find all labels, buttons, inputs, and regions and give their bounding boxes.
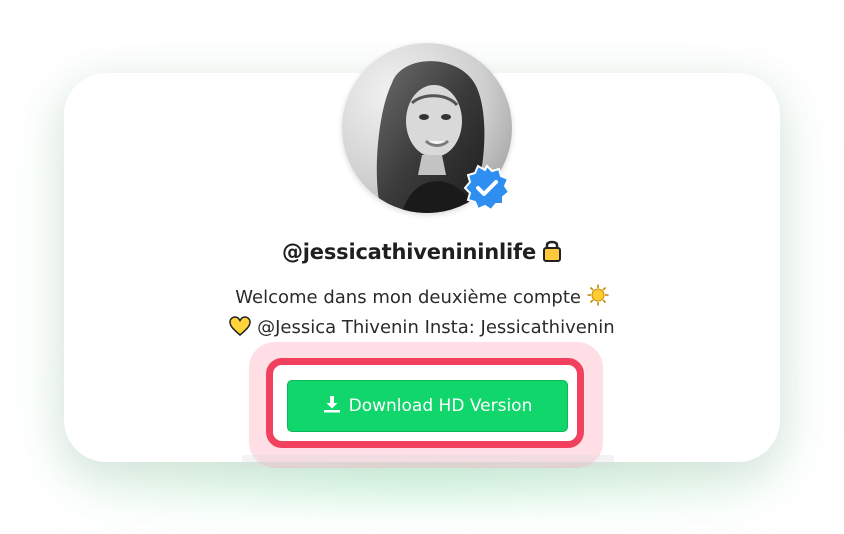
download-hd-button[interactable]: Download HD Version xyxy=(287,380,568,432)
bio-line-1-text: Welcome dans mon deuxième compte xyxy=(235,287,581,308)
download-button-label: Download HD Version xyxy=(348,396,533,416)
card-bottom-strip xyxy=(242,455,614,467)
sun-emoji-icon xyxy=(587,284,609,311)
yellow-heart-emoji-icon xyxy=(229,316,252,341)
avatar-container xyxy=(342,43,512,213)
bio-line-1: Welcome dans mon deuxième compte xyxy=(0,284,844,311)
username-heading: @jessicathivenininlife xyxy=(0,238,844,267)
download-icon xyxy=(323,395,341,418)
bio-line-2: @Jessica Thivenin Insta: Jessicathivenin xyxy=(0,316,844,341)
username-text: @jessicathivenininlife xyxy=(282,240,536,264)
page: @jessicathivenininlife Welcome dans mon … xyxy=(0,0,844,534)
verified-badge-icon xyxy=(463,164,511,212)
bio-line-2-text: @Jessica Thivenin Insta: Jessicathivenin xyxy=(257,317,615,338)
lock-icon xyxy=(542,238,562,267)
